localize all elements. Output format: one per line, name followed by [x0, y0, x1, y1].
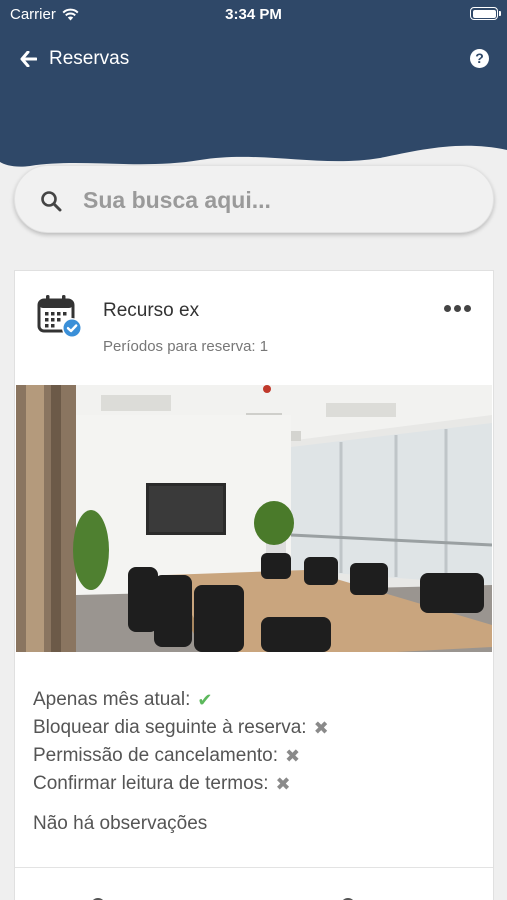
- battery-icon: [470, 7, 501, 20]
- search-icon: [41, 191, 62, 212]
- back-button[interactable]: Reservas: [20, 48, 129, 70]
- card-header: Recurso ex Períodos para reserva: 1: [15, 271, 493, 384]
- meeting-room-image: [16, 385, 492, 652]
- status-bar: Carrier 3:34 PM: [0, 0, 507, 28]
- detail-row: Bloquear dia seguinte à reserva: ✖: [33, 714, 329, 742]
- cross-icon: ✖: [285, 746, 301, 766]
- detail-label: Confirmar leitura de termos:: [33, 773, 269, 794]
- detail-row: Confirmar leitura de termos: ✖: [33, 770, 329, 798]
- detail-label: Permissão de cancelamento:: [33, 745, 279, 766]
- calendar-check-icon: [37, 295, 82, 338]
- help-icon[interactable]: ?: [470, 49, 489, 68]
- header-background: [0, 0, 507, 167]
- cross-icon: ✖: [313, 718, 329, 738]
- resource-photo: [16, 385, 492, 652]
- resource-periods: Períodos para reserva: 1: [103, 338, 269, 355]
- cross-icon: ✖: [275, 774, 291, 794]
- detail-row: Apenas mês atual: ✔: [33, 686, 329, 714]
- check-icon: ✔: [197, 690, 213, 710]
- observations: Não há observações: [33, 813, 208, 834]
- detail-label: Bloquear dia seguinte à reserva:: [33, 717, 307, 738]
- header: Carrier 3:34 PM Reservas ?: [0, 0, 507, 190]
- clock: 3:34 PM: [225, 6, 282, 23]
- action-button-right[interactable]: [335, 888, 375, 900]
- detail-row: Permissão de cancelamento: ✖: [33, 742, 329, 770]
- resource-details: Apenas mês atual: ✔ Bloquear dia seguint…: [33, 686, 329, 838]
- card-actions: [15, 868, 493, 900]
- search-input[interactable]: [83, 182, 473, 218]
- action-button-left[interactable]: [85, 888, 125, 900]
- more-icon[interactable]: [444, 305, 471, 312]
- nav-bar: Reservas ?: [0, 44, 507, 76]
- back-arrow-icon: [20, 51, 37, 67]
- search-bar: [14, 165, 494, 233]
- resource-card[interactable]: Recurso ex Períodos para reserva: 1 Apen…: [14, 270, 494, 900]
- page-title: Reservas: [49, 48, 130, 69]
- resource-title: Recurso ex: [103, 300, 200, 321]
- detail-label: Apenas mês atual:: [33, 689, 191, 710]
